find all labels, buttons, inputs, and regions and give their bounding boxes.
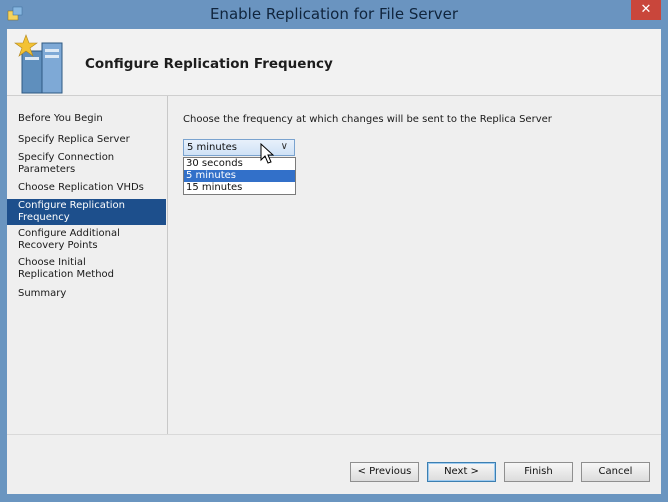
- nav-step-specify-replica-server[interactable]: Specify Replica Server: [7, 134, 166, 146]
- previous-button[interactable]: < Previous: [350, 462, 419, 482]
- wizard-header: Configure Replication Frequency: [7, 29, 661, 96]
- nav-step-choose-replication-vhds[interactable]: Choose Replication VHDs: [7, 182, 166, 194]
- window-title: Enable Replication for File Server: [209, 5, 459, 23]
- wizard-steps-nav: Before You Begin Specify Replica Server …: [7, 96, 168, 434]
- wizard-body: Before You Begin Specify Replica Server …: [7, 96, 661, 494]
- frequency-select-value: 5 minutes: [187, 142, 238, 153]
- frequency-option[interactable]: 5 minutes: [184, 170, 295, 182]
- frequency-option[interactable]: 30 seconds: [184, 158, 295, 170]
- finish-button[interactable]: Finish: [504, 462, 573, 482]
- next-button[interactable]: Next >: [427, 462, 496, 482]
- chevron-down-icon[interactable]: ∨: [281, 141, 288, 152]
- nav-step-summary[interactable]: Summary: [7, 288, 166, 300]
- nav-step-before-you-begin[interactable]: Before You Begin: [7, 113, 166, 125]
- mouse-pointer-icon: [260, 143, 274, 164]
- frequency-prompt: Choose the frequency at which changes wi…: [183, 114, 552, 125]
- title-bar[interactable]: Enable Replication for File Server ✕: [0, 0, 668, 29]
- frequency-select[interactable]: 5 minutes ∨: [183, 139, 295, 156]
- frequency-option[interactable]: 15 minutes: [184, 182, 295, 194]
- close-button[interactable]: ✕: [631, 0, 661, 20]
- nav-step-configure-additional-recovery-points[interactable]: Configure Additional Recovery Points: [7, 228, 127, 252]
- nav-step-specify-connection-parameters[interactable]: Specify Connection Parameters: [7, 152, 127, 176]
- nav-step-choose-initial-replication-method[interactable]: Choose Initial Replication Method: [7, 257, 139, 281]
- nav-step-configure-replication-frequency[interactable]: Configure Replication Frequency: [7, 199, 166, 225]
- page-title: Configure Replication Frequency: [85, 56, 333, 72]
- server-star-icon: [14, 34, 63, 94]
- wizard-window: Enable Replication for File Server ✕ Con…: [0, 0, 668, 502]
- frequency-dropdown-list: 30 seconds 5 minutes 15 minutes: [183, 157, 296, 195]
- footer-divider: [7, 434, 661, 435]
- cancel-button[interactable]: Cancel: [581, 462, 650, 482]
